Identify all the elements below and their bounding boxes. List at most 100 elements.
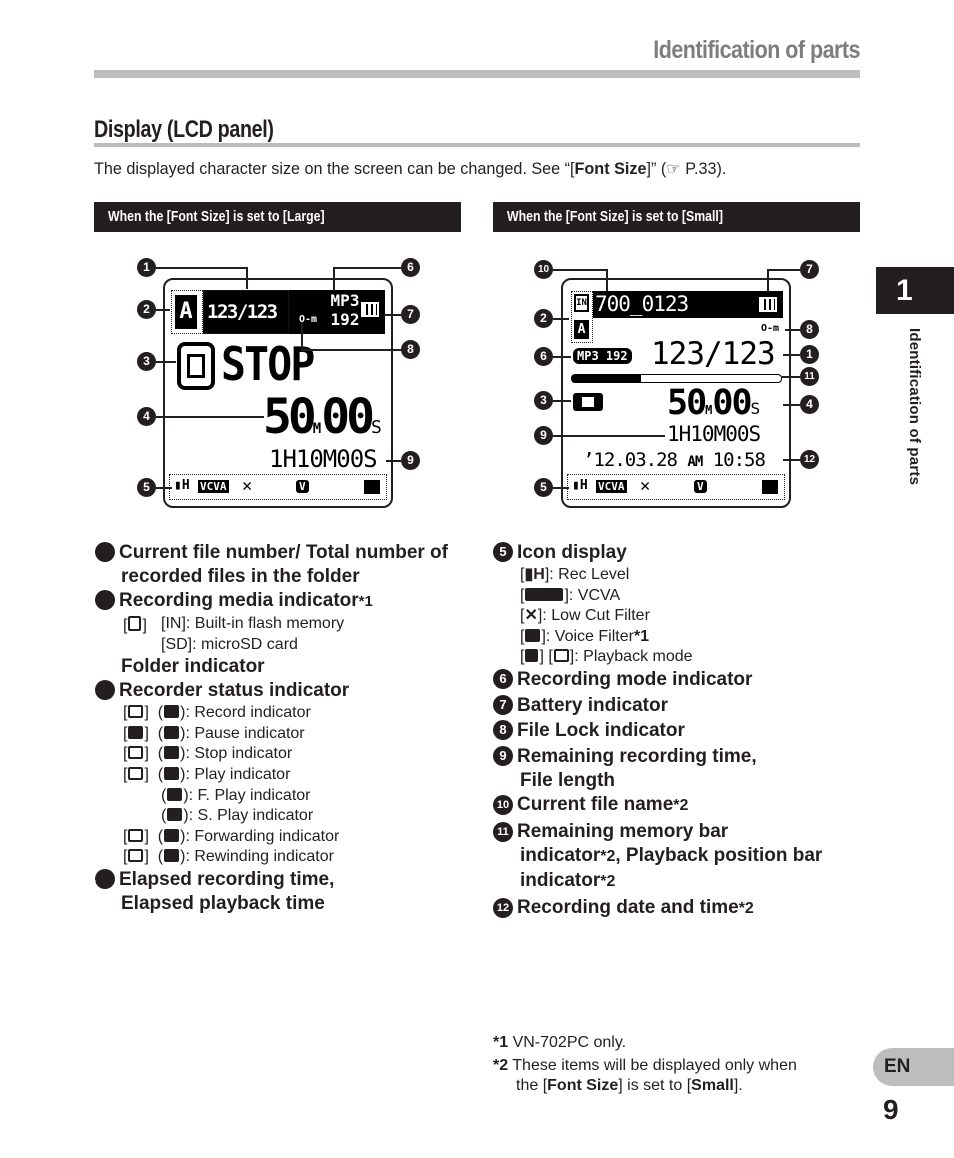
record-icon-large — [128, 705, 144, 719]
callout-5: 5 — [137, 478, 156, 497]
leader-line — [156, 487, 172, 489]
leader-line — [553, 269, 607, 271]
record-icon — [164, 705, 180, 719]
elapsed-min: 50 — [667, 383, 707, 423]
callout-8: 8 — [800, 320, 819, 339]
file-name: 700_0123 — [595, 292, 689, 316]
item-title: Recording date and time — [517, 896, 739, 918]
item-title: Remaining recording time, — [517, 745, 757, 767]
pause-icon-large — [128, 725, 144, 739]
callout-10: 10 — [534, 260, 553, 279]
leader-line — [156, 416, 264, 418]
subitem-vcva: []: VCVA — [520, 586, 621, 604]
elapsed-min: 50 — [263, 389, 317, 445]
callout-11: 11 — [800, 367, 819, 386]
icon-display-row: ▮H VCVA ✕ V — [169, 474, 387, 500]
callout-6: 6 — [534, 347, 553, 366]
subitem-playback-mode: [] []: Playback mode — [520, 648, 693, 666]
subitem-forward: [] (): Forwarding indicator — [123, 827, 340, 845]
leader-line — [785, 329, 800, 331]
callout-6: 6 — [401, 258, 420, 277]
footnote-mark: *2 — [493, 1057, 509, 1074]
item-number: 8 — [493, 719, 513, 740]
item-number: 10 — [493, 794, 513, 815]
section-rule — [94, 143, 860, 147]
leader-line — [156, 267, 247, 269]
media-folder-icon: [] — [123, 616, 147, 634]
band-large-label: When the [Font Size] is set to [Large] — [108, 208, 325, 225]
language-tab: EN — [873, 1048, 954, 1086]
media-subitems: [] [IN]: Built-in flash memory [SD]: mic… — [95, 614, 465, 655]
left-item-list: 1 Current file number/ Total number of re… — [88, 541, 465, 916]
elapsed-sec-unit: S — [371, 417, 382, 438]
item-title-line2: indicator*2, Playback position bar — [520, 844, 823, 866]
footnote-ref: *2 — [673, 796, 689, 814]
subitem-built-in-memory: [IN]: Built-in flash memory — [161, 615, 345, 632]
item-title: Elapsed recording time, Elapsed playback… — [119, 868, 335, 914]
lcd-large: A 123/123 O-m MP3 192 STOP 50M00S 1H10M0… — [163, 278, 393, 508]
footnote-2-line2: the [Font Size] is set to [Small]. — [516, 1077, 743, 1094]
callout-2: 2 — [137, 300, 156, 319]
callout-8: 8 — [401, 340, 420, 359]
callout-9: 9 — [534, 426, 553, 445]
item-12: 12 Recording date and time*2 — [493, 896, 865, 921]
footnote-ref: *2 — [738, 899, 754, 917]
elapsed-sec: 00 — [712, 383, 752, 423]
remaining-time: 1H10M00S — [667, 422, 761, 446]
leader-line — [767, 269, 769, 291]
leader-line — [301, 322, 303, 350]
footnote-2: *2 These items will be displayed only wh… — [493, 1055, 797, 1076]
chapter-side-label: Identification of parts — [906, 328, 923, 486]
leader-line — [156, 361, 176, 363]
subitem-splay: (): S. Play indicator — [161, 807, 314, 825]
band-small-font: When the [Font Size] is set to [Small] — [493, 202, 860, 232]
battery-icon — [759, 297, 777, 312]
voice-filter-icon: V — [296, 480, 309, 493]
leader-line — [553, 356, 571, 358]
subitem-play: [] (): Play indicator — [123, 765, 291, 783]
footnote-mark: *1 — [493, 1034, 509, 1051]
callout-4: 4 — [800, 395, 819, 414]
leader-line — [553, 435, 665, 437]
vcva-icon: VCVA — [596, 480, 627, 493]
callout-3: 3 — [534, 391, 553, 410]
rewind-icon-large — [128, 849, 144, 863]
item-title: Icon display — [517, 542, 627, 563]
icon-subitems: [▮H]: Rec Level []: VCVA [✕]: Low Cut Fi… — [493, 565, 865, 668]
subitem-pause: [] (): Pause indicator — [123, 724, 305, 742]
item-8: 8 File Lock indicator — [493, 719, 865, 743]
item-7: 7 Battery indicator — [493, 694, 865, 718]
elapsed-min-unit: M — [312, 421, 322, 437]
header-rule — [94, 70, 860, 78]
item-6: 6 Recording mode indicator — [493, 668, 865, 692]
folder-indicator: A — [175, 295, 197, 329]
play-icon — [164, 766, 180, 780]
item-number: 12 — [493, 897, 513, 918]
item-number: 5 — [493, 542, 513, 562]
item-title: Current file number/ Total number of rec… — [119, 542, 448, 587]
item-folder-indicator: Folder indicator — [121, 656, 265, 678]
callout-9: 9 — [401, 451, 420, 470]
leader-line — [783, 354, 800, 356]
item-number: 6 — [493, 668, 513, 689]
callout-3: 3 — [137, 352, 156, 371]
rec-mode-line2: 192 — [330, 310, 360, 329]
item-number: 2 — [88, 590, 115, 610]
band-small-label: When the [Font Size] is set to [Small] — [507, 208, 723, 225]
item-title: Recorder status indicator — [119, 680, 350, 702]
subitem-stop: [] (): Stop indicator — [123, 745, 293, 763]
page-header-title: Identification of parts — [653, 36, 860, 64]
band-large-font: When the [Font Size] is set to [Large] — [94, 202, 461, 232]
item-11: 11 Remaining memory bar indicator*2, Play… — [493, 820, 865, 894]
rec-mode-line1: MP3 — [330, 291, 360, 310]
item-title-line3: indicator*2 — [520, 869, 616, 891]
rec-level-icon: ▮H — [174, 478, 190, 493]
subitem-rec-level: [▮H]: Rec Level — [520, 566, 630, 583]
leader-line — [553, 487, 569, 489]
voice-filter-icon: V — [694, 480, 707, 493]
vcva-icon: VCVA — [198, 480, 229, 493]
low-cut-filter-icon: ✕ — [242, 476, 253, 496]
callout-5: 5 — [534, 478, 553, 497]
item-1: 1 Current file number/ Total number of re… — [88, 541, 465, 589]
callout-7: 7 — [401, 305, 420, 324]
